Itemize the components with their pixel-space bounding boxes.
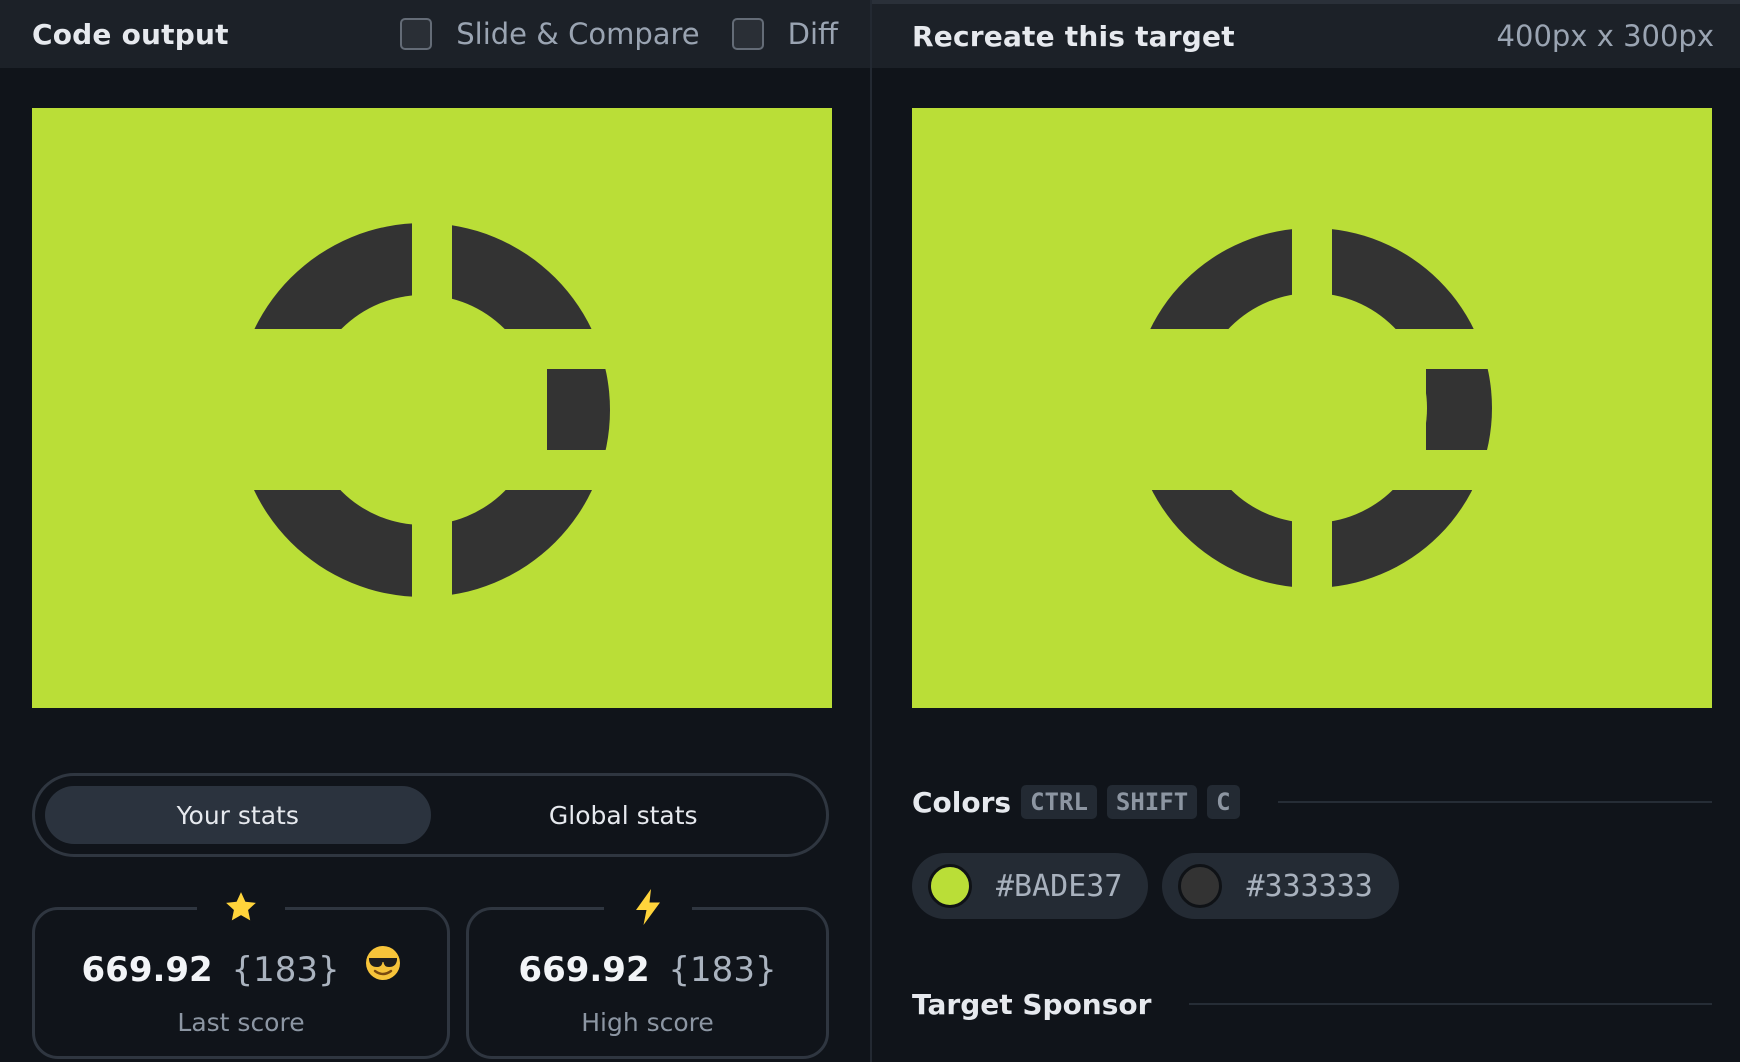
last-score-label: Last score <box>177 1008 305 1037</box>
shortcut-key-ctrl: CTRL <box>1021 785 1097 819</box>
shortcut-key-c: C <box>1207 785 1240 819</box>
tab-your-stats[interactable]: Your stats <box>45 786 431 844</box>
color-hex-lime: #BADE37 <box>996 868 1123 904</box>
target-canvas <box>912 108 1712 708</box>
last-score-line: 669.92 {183} <box>35 946 447 990</box>
colors-title: Colors <box>912 785 1012 819</box>
target-dimensions: 400px x 300px <box>1496 19 1714 53</box>
color-swatches: #BADE37 #333333 <box>912 853 1413 919</box>
star-icon <box>197 882 285 932</box>
stats-tabs: Your stats Global stats <box>32 773 829 857</box>
target-title: Recreate this target <box>912 19 1235 53</box>
high-score-label: High score <box>581 1008 714 1037</box>
slide-compare-toggle[interactable]: Slide & Compare <box>400 17 700 51</box>
code-output-canvas[interactable] <box>32 108 832 708</box>
code-output-title: Code output <box>32 17 229 51</box>
slide-compare-label: Slide & Compare <box>456 17 700 51</box>
color-swatch-lime[interactable]: #BADE37 <box>912 853 1149 919</box>
diff-label: Diff <box>787 17 838 51</box>
tab-global-stats[interactable]: Global stats <box>431 786 817 844</box>
diff-toggle[interactable]: Diff <box>731 17 838 51</box>
slide-compare-checkbox[interactable] <box>400 18 433 50</box>
high-score-rank: {183} <box>668 950 777 990</box>
panel-divider <box>870 0 872 1062</box>
sponsor-header: Target Sponsor <box>912 982 1712 1026</box>
shortcut-key-shift: SHIFT <box>1106 785 1198 819</box>
target-header: Recreate this target 400px x 300px <box>872 0 1740 68</box>
output-ring-shape <box>32 108 832 708</box>
diff-checkbox[interactable] <box>731 18 764 50</box>
colors-header: Colors CTRL SHIFT C <box>912 780 1712 824</box>
lightning-icon <box>603 882 692 932</box>
color-hex-dark: #333333 <box>1246 868 1373 904</box>
color-dot-lime <box>928 864 972 908</box>
high-score-value: 669.92 <box>518 950 650 990</box>
color-swatch-dark[interactable]: #333333 <box>1162 853 1399 919</box>
last-score-card: 669.92 {183} Last score <box>32 882 450 1059</box>
last-score-value: 669.92 <box>81 950 213 990</box>
target-ring-shape <box>912 108 1712 708</box>
sponsor-title: Target Sponsor <box>912 987 1152 1021</box>
high-score-card: 669.92 {183} High score <box>466 882 829 1059</box>
app-root: Code output Slide & Compare Diff Recreat… <box>0 0 1740 1062</box>
code-output-header: Code output Slide & Compare Diff <box>0 0 870 68</box>
sunglasses-emoji-icon <box>365 945 401 990</box>
sponsor-divider <box>1189 1003 1712 1005</box>
high-score-line: 669.92 {183} <box>469 950 826 990</box>
color-dot-dark <box>1178 864 1223 908</box>
last-score-rank: {183} <box>231 950 340 990</box>
colors-divider <box>1277 801 1712 803</box>
